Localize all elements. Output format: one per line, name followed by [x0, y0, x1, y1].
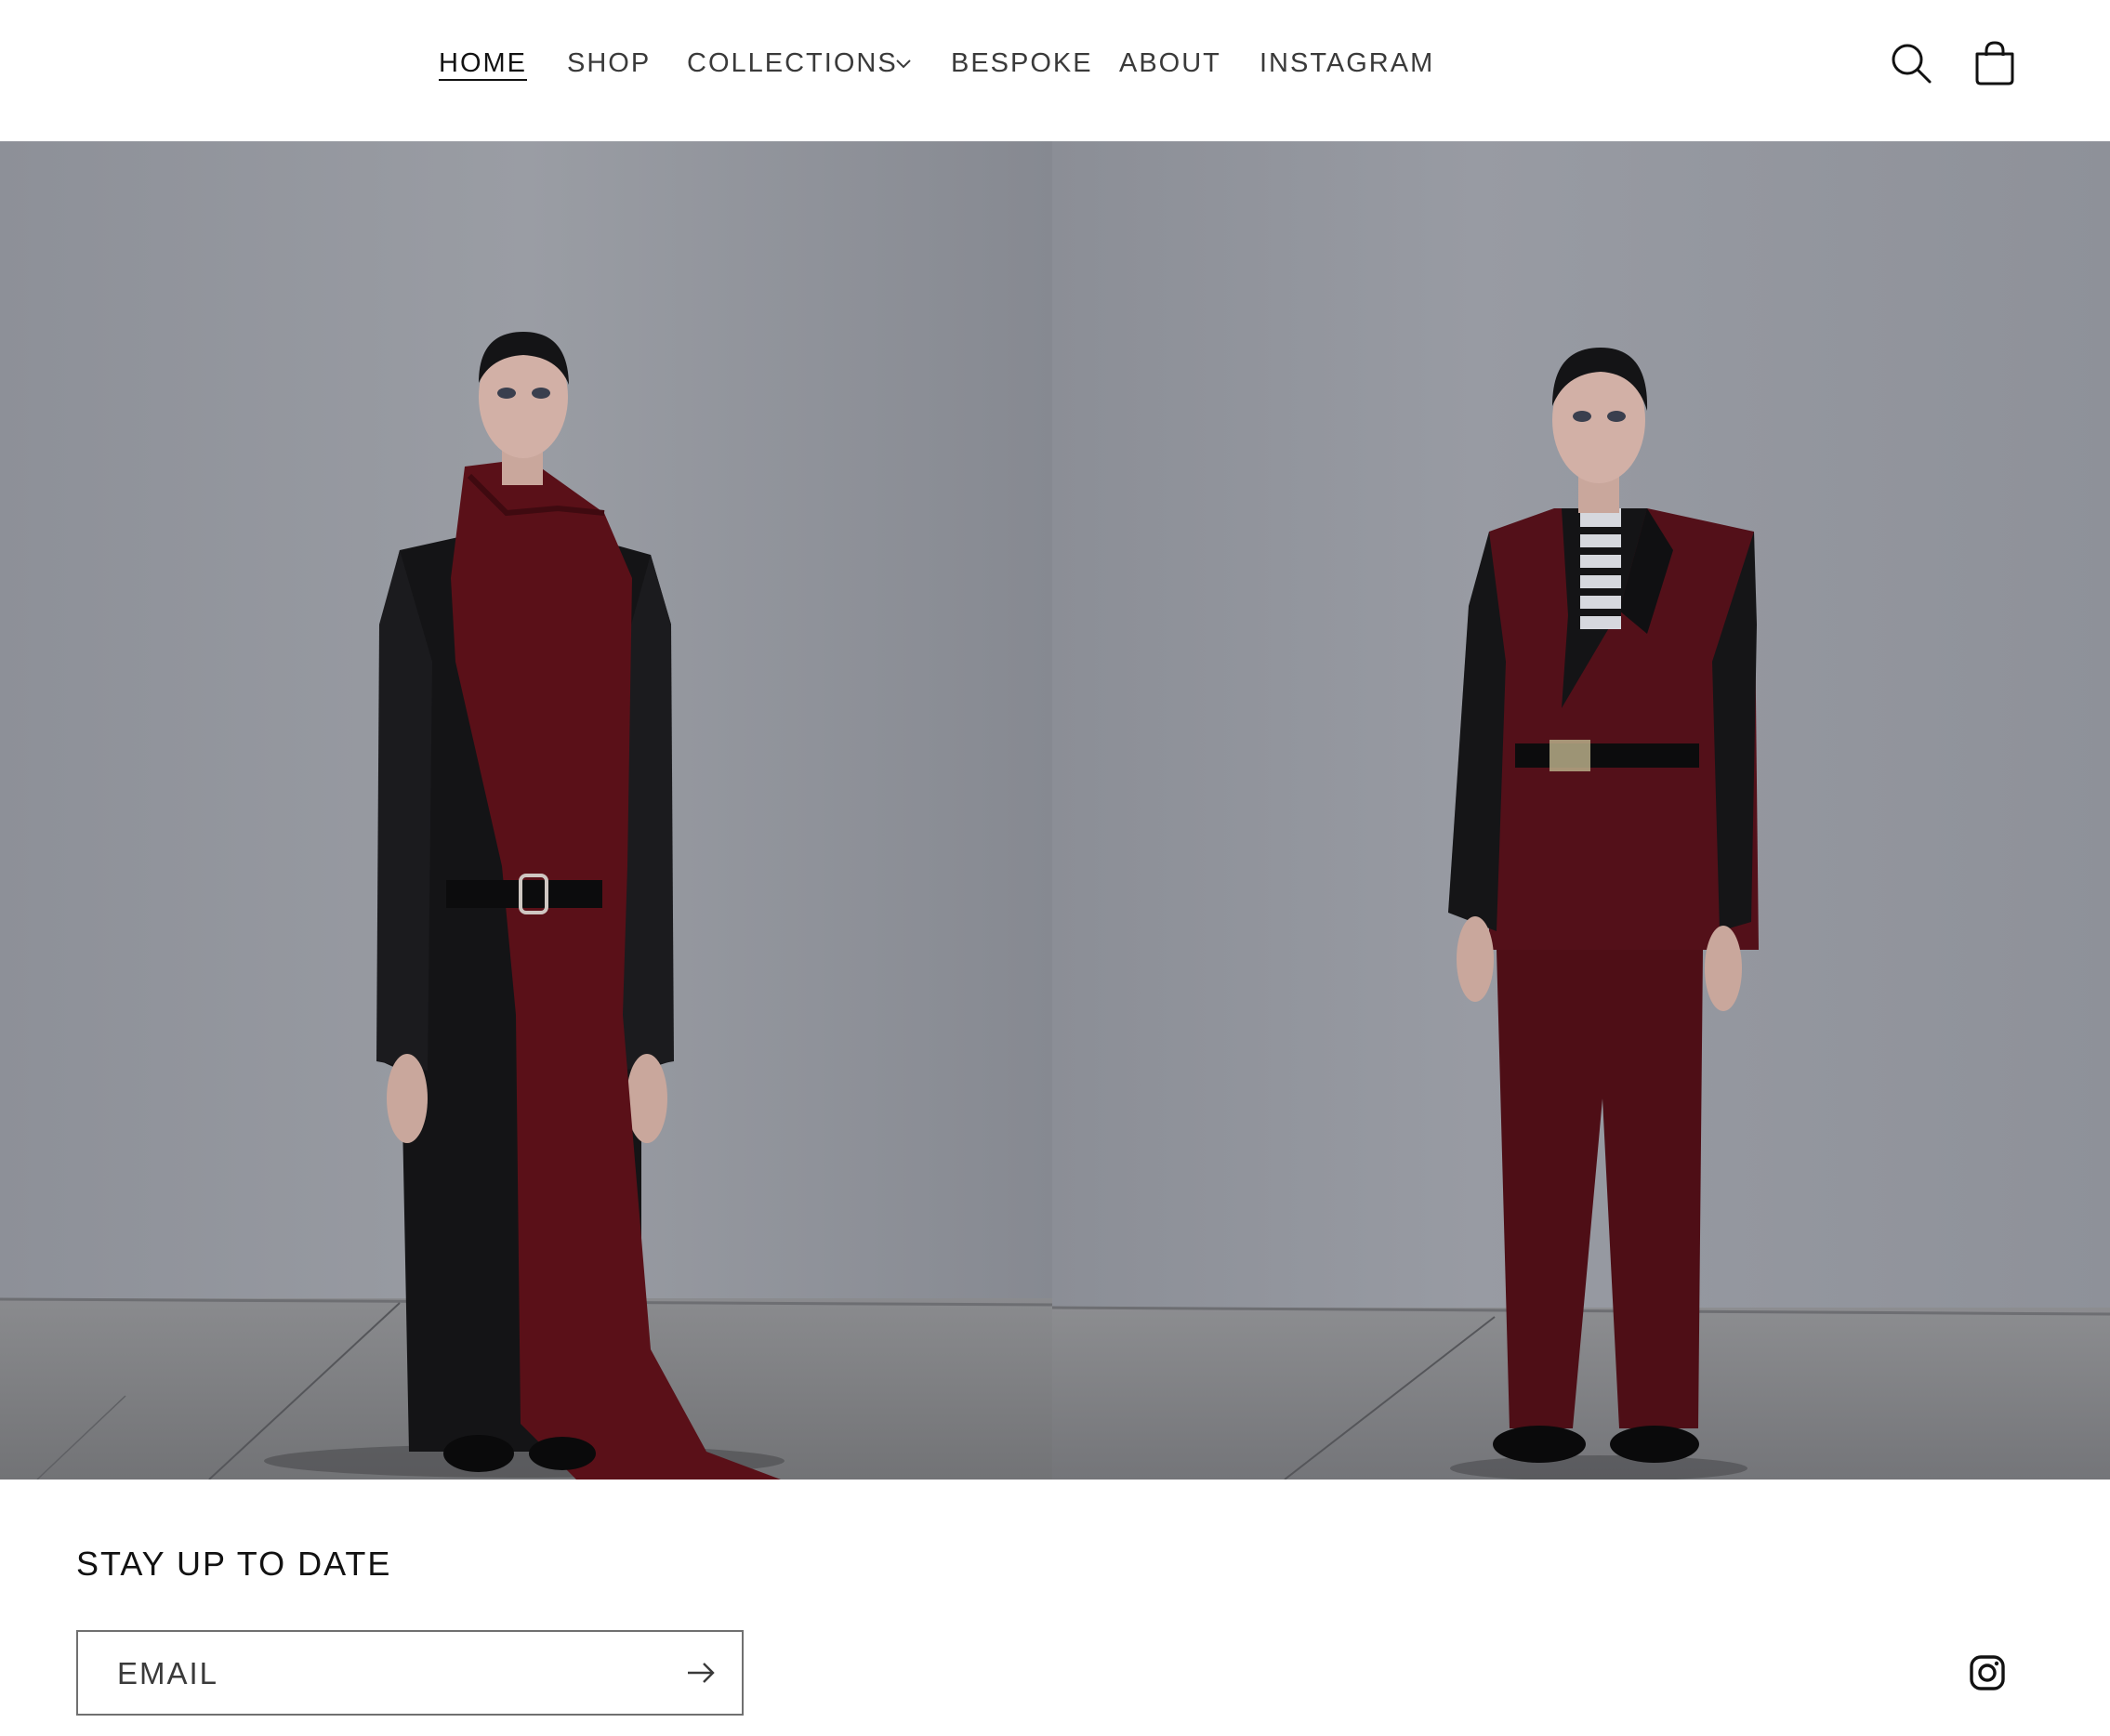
- newsletter-form: [76, 1630, 744, 1716]
- site-footer: STAY UP TO DATE: [0, 1480, 2110, 1736]
- chevron-down-icon[interactable]: [892, 52, 915, 74]
- hero-image-left[interactable]: [0, 141, 1052, 1480]
- site-header: HOME SHOP COLLECTIONS BESPOKE ABOUT INST…: [0, 0, 2110, 141]
- nav-shop[interactable]: SHOP: [567, 41, 651, 85]
- nav-bespoke[interactable]: BESPOKE: [951, 41, 1093, 85]
- arrow-right-icon[interactable]: [679, 1651, 723, 1695]
- newsletter-heading: STAY UP TO DATE: [76, 1545, 392, 1583]
- striped-shirt: [1580, 508, 1621, 629]
- hero-image-right[interactable]: [1052, 141, 2110, 1480]
- search-icon[interactable]: [1881, 33, 1941, 93]
- instagram-icon[interactable]: [1969, 1654, 2006, 1691]
- cart-icon[interactable]: [1965, 33, 2024, 93]
- email-input[interactable]: [115, 1632, 677, 1716]
- nav-about[interactable]: ABOUT: [1119, 41, 1221, 85]
- nav-home[interactable]: HOME: [439, 41, 527, 85]
- nav-collections[interactable]: COLLECTIONS: [687, 41, 898, 85]
- hero-lookbook: [0, 141, 2110, 1480]
- main-nav: HOME SHOP COLLECTIONS BESPOKE ABOUT INST…: [0, 0, 2110, 141]
- nav-instagram[interactable]: INSTAGRAM: [1259, 41, 1434, 85]
